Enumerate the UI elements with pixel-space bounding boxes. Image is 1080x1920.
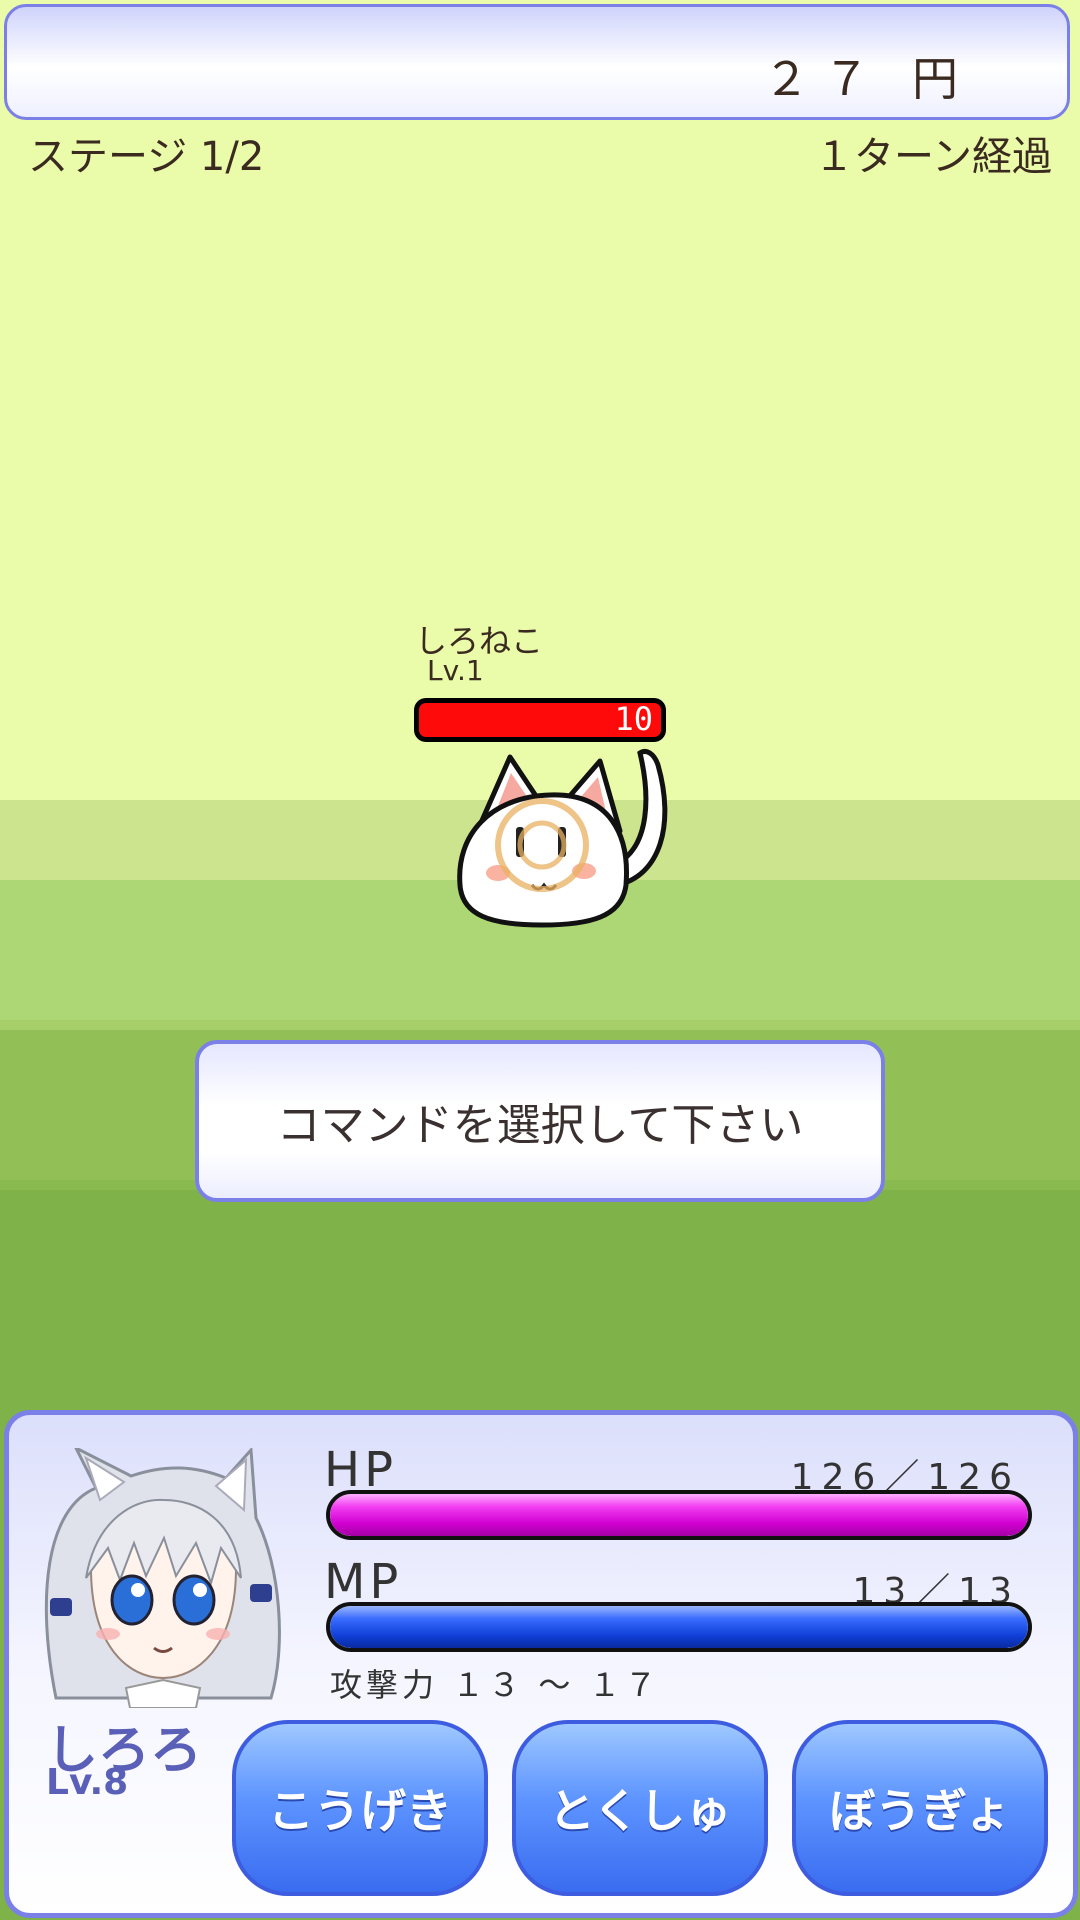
sky-background [0,0,1080,800]
turn-counter: １ターン経過 [814,134,1052,180]
enemy-hp-value: 10 [614,700,653,738]
command-prompt: コマンドを選択して下さい [276,1100,804,1151]
special-button[interactable]: とくしゅ [512,1720,768,1896]
defend-button[interactable]: ぼうぎょ [792,1720,1048,1896]
attack-power: 攻撃力 １３ ～ １７ [330,1666,661,1704]
player-level: Lv.8 [46,1762,129,1803]
enemy-hp-fill: 10 [419,700,661,738]
hp-bar [326,1490,1032,1540]
money-bar: ２７ 円 [4,4,1070,120]
stage-indicator: ステージ 1/2 [28,134,265,180]
mp-bar-fill [330,1606,1028,1648]
attack-button[interactable]: こうげき [232,1720,488,1896]
player-portrait [44,1448,281,1708]
mp-bar [326,1602,1032,1652]
hp-bar-fill [330,1494,1028,1536]
grass-stripe [0,1020,1080,1030]
white-cat-enemy-sprite[interactable] [450,735,680,935]
message-box: コマンドを選択して下さい [195,1040,885,1202]
enemy-level: Lv.1 [427,654,484,687]
money-amount: ２７ 円 [763,52,972,106]
